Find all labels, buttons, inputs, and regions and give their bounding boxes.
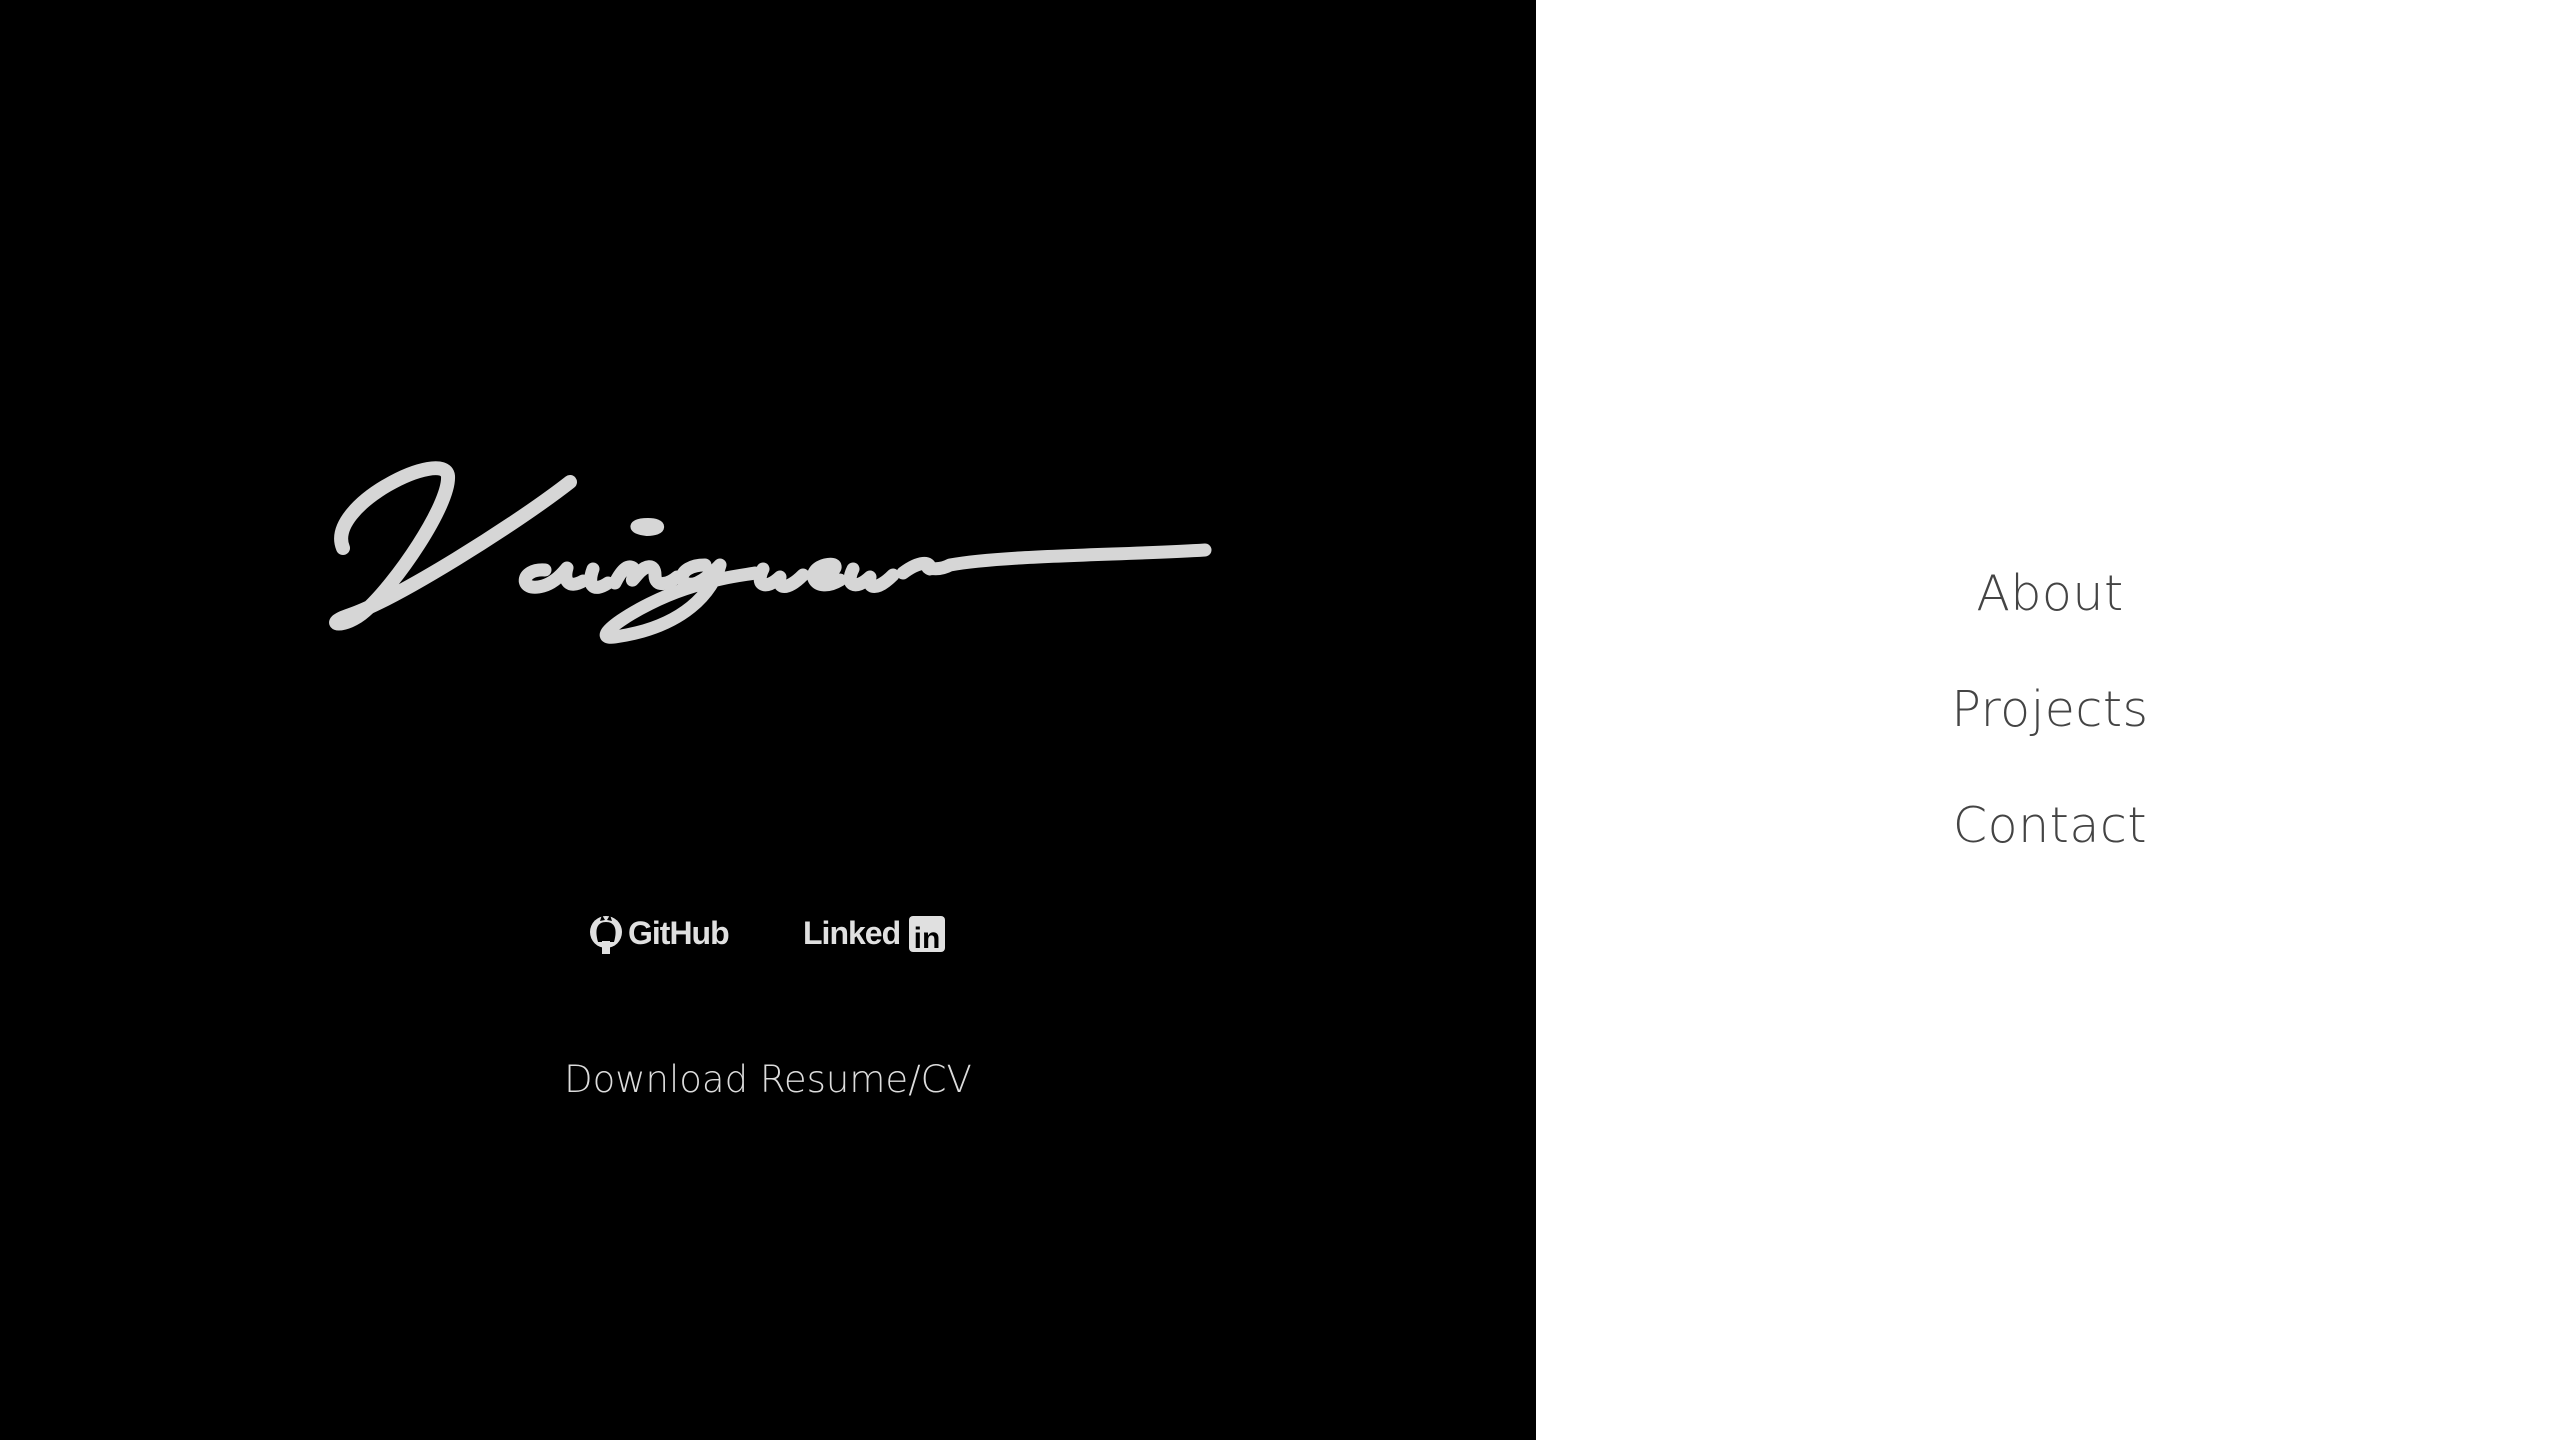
github-label: GitHub — [628, 915, 729, 951]
signature-logo[interactable] — [325, 461, 1225, 644]
social-links: GitHub Linked in — [588, 912, 948, 956]
github-link[interactable]: GitHub — [588, 912, 730, 956]
main-nav: About Projects Contact — [1780, 565, 2320, 913]
nav-item-about[interactable]: About — [1780, 565, 2320, 623]
github-icon — [590, 915, 622, 954]
linkedin-icon: in — [909, 916, 945, 955]
download-resume-link[interactable]: Download Resume/CV — [468, 1050, 1068, 1110]
linkedin-link[interactable]: Linked in — [803, 912, 948, 956]
left-panel: GitHub Linked in Download Resume/CV — [0, 0, 1536, 1440]
linkedin-label: Linked — [803, 915, 900, 951]
linkedin-badge: in — [914, 922, 941, 955]
nav-item-projects[interactable]: Projects — [1780, 681, 2320, 739]
nav-item-contact[interactable]: Contact — [1780, 797, 2320, 855]
